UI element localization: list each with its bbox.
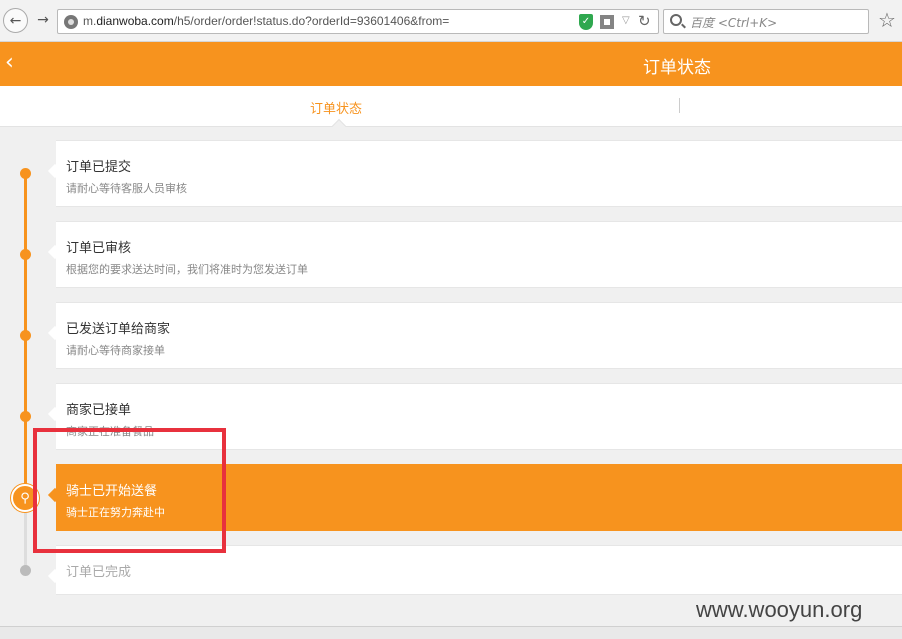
dropdown-arrow-icon[interactable]: ▽ — [622, 15, 630, 26]
status-card: 已发送订单给商家 请耐心等待商家接单 — [56, 302, 902, 369]
reload-icon[interactable]: ↻ — [638, 12, 651, 30]
timeline-dot — [20, 330, 31, 341]
tab-indicator — [331, 118, 347, 134]
status-desc: 请耐心等待商家接单 — [66, 344, 165, 357]
bottom-strip — [0, 626, 902, 639]
page-title: 订单状态 — [643, 58, 711, 78]
globe-icon — [64, 15, 78, 29]
status-desc: 请耐心等待客服人员审核 — [66, 182, 187, 195]
tab-divider — [679, 98, 680, 113]
status-card: 订单已审核 根据您的要求送达时间，我们将准时为您发送订单 — [56, 221, 902, 288]
shield-icon[interactable]: ✓ — [579, 14, 593, 30]
timeline-dot — [20, 249, 31, 260]
status-title: 商家已接单 — [66, 403, 132, 418]
status-title: 订单已提交 — [66, 160, 132, 175]
browser-forward-button[interactable]: → — [32, 9, 54, 31]
timeline-dot — [20, 411, 31, 422]
search-bar[interactable]: 百度 <Ctrl+K> — [663, 9, 869, 34]
address-bar[interactable]: m.dianwoba.com/h5/order/order!status.do?… — [57, 9, 659, 34]
status-card: 订单已提交 请耐心等待客服人员审核 — [56, 140, 902, 207]
url-text[interactable]: m.dianwoba.com/h5/order/order!status.do?… — [83, 14, 449, 28]
tab-order-status[interactable]: 订单状态 — [310, 98, 362, 117]
search-icon — [670, 14, 682, 26]
highlight-annotation — [33, 428, 226, 553]
status-title: 订单已完成 — [66, 565, 132, 580]
search-placeholder: 百度 <Ctrl+K> — [690, 16, 778, 30]
back-icon[interactable]: ‹ — [5, 50, 14, 75]
timeline-dot — [20, 168, 31, 179]
watermark: www.wooyun.org — [696, 597, 863, 622]
qr-code-icon[interactable] — [600, 15, 614, 29]
status-desc: 根据您的要求送达时间，我们将准时为您发送订单 — [66, 263, 308, 276]
status-title: 已发送订单给商家 — [66, 322, 171, 337]
bookmark-star-icon[interactable]: ☆ — [878, 8, 896, 32]
timeline-dot-pending — [20, 565, 31, 576]
app-header: ‹ 订单状态 — [0, 42, 902, 86]
browser-back-button[interactable]: ← — [3, 8, 28, 33]
status-title: 订单已审核 — [66, 241, 132, 256]
tab-bar: 订单状态 — [0, 86, 902, 134]
browser-toolbar: ← → m.dianwoba.com/h5/order/order!status… — [0, 0, 902, 42]
